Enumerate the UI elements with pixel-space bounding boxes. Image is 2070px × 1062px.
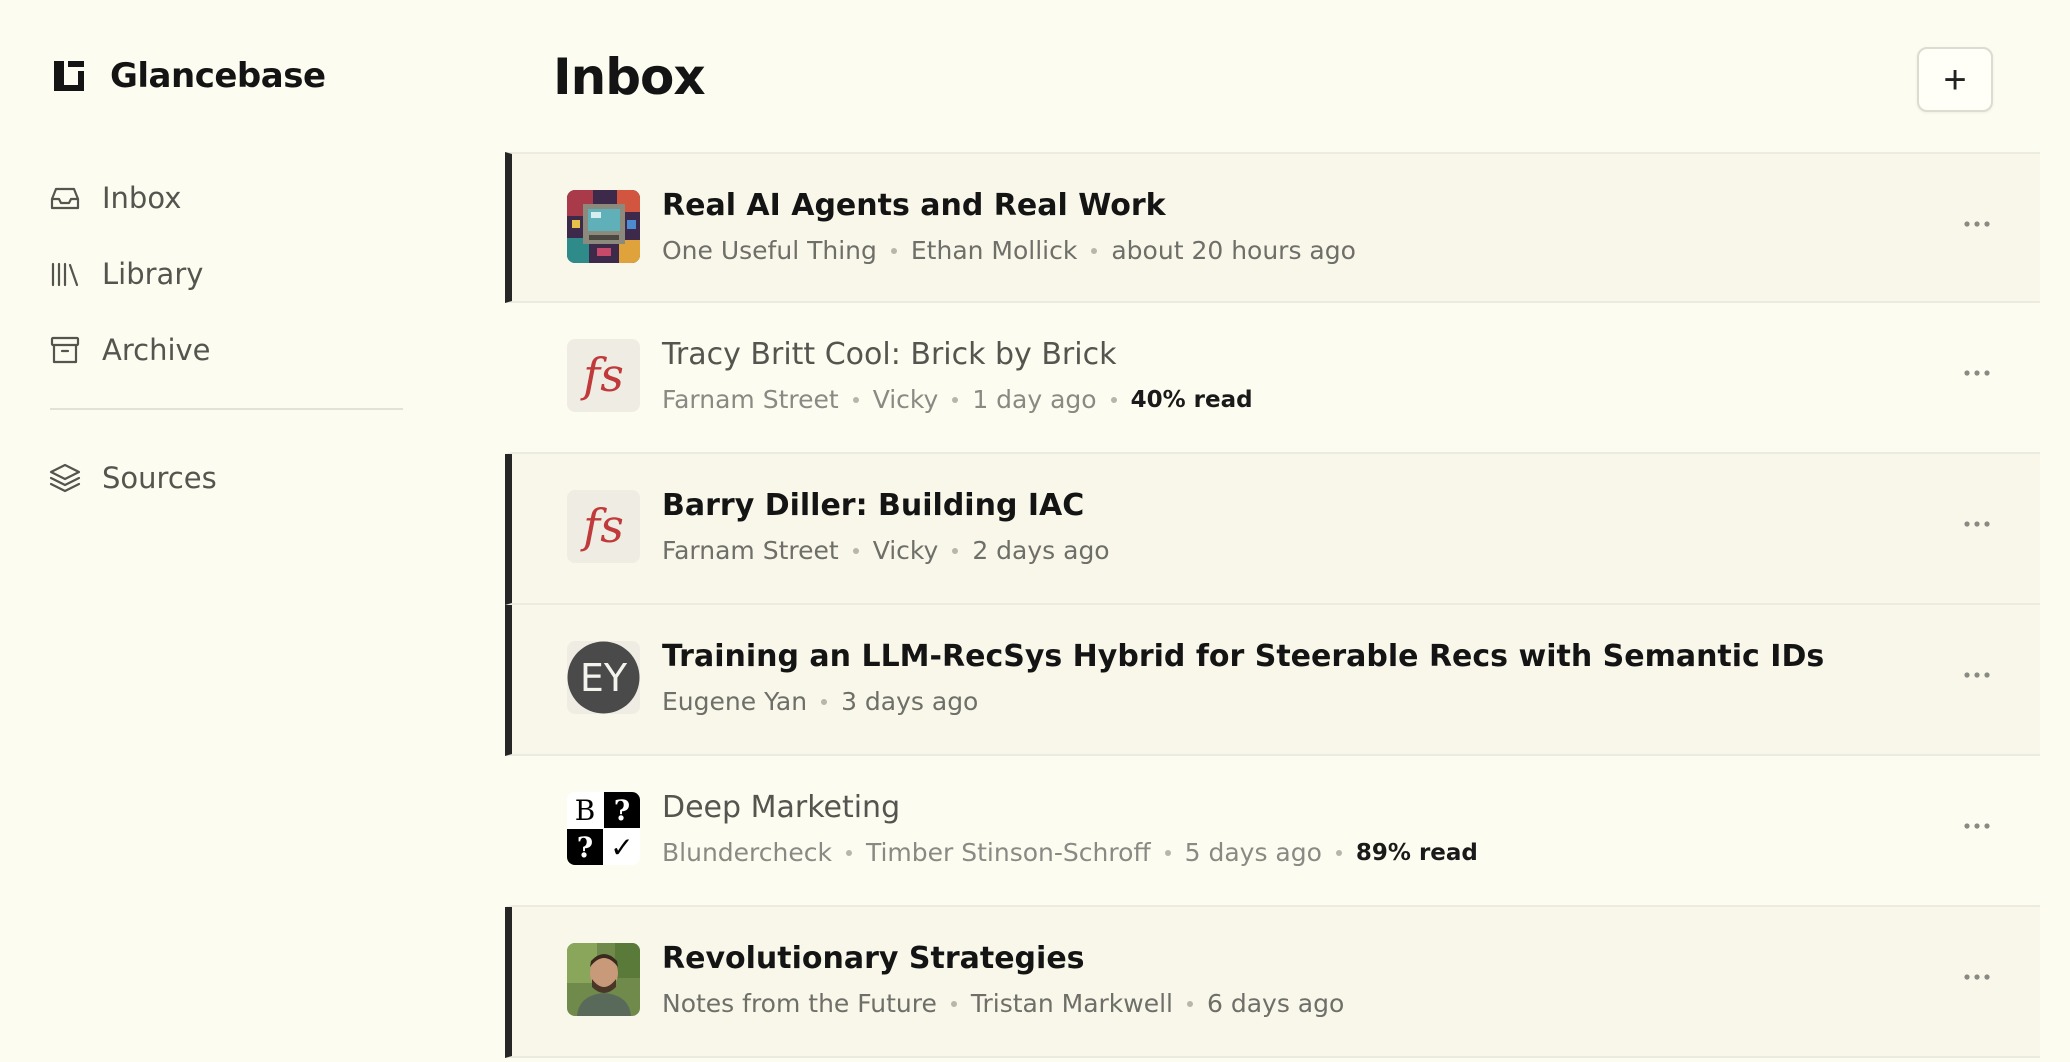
list-item[interactable]: Real AI Agents and Real Work One Useful … — [505, 152, 2040, 303]
list-item[interactable]: fs Barry Diller: Building IAC Farnam Str… — [505, 454, 2040, 605]
ellipsis-icon — [1964, 672, 1990, 678]
more-options-button[interactable] — [1952, 506, 2002, 542]
more-options-button[interactable] — [1952, 355, 2002, 391]
layers-icon — [49, 463, 81, 493]
separator-dot — [1110, 396, 1117, 403]
separator-dot — [890, 247, 897, 254]
item-author: Vicky — [872, 385, 939, 414]
blundercheck-logo-icon: B ? ? ✓ — [567, 792, 640, 865]
sidebar: Glancebase Inbox Library Archive Sources — [0, 0, 460, 1062]
item-meta: Farnam Street Vicky 1 day ago 40% read — [662, 385, 1253, 414]
sidebar-item-inbox[interactable]: Inbox — [48, 160, 403, 236]
separator-dot — [1335, 849, 1342, 856]
sidebar-nav: Inbox Library Archive Sources — [48, 160, 403, 516]
sidebar-item-label: Inbox — [102, 181, 182, 215]
fs-logo-icon: fs — [567, 339, 640, 412]
item-title: Deep Marketing — [662, 790, 901, 825]
sidebar-divider — [50, 408, 403, 410]
separator-dot — [1091, 247, 1098, 254]
separator-dot — [1187, 1000, 1193, 1007]
separator-dot — [852, 547, 859, 554]
item-author: Ethan Mollick — [910, 236, 1078, 265]
more-options-button[interactable] — [1952, 808, 2002, 844]
ey-logo-icon: EY — [567, 641, 640, 714]
item-meta: Eugene Yan 3 days ago — [662, 687, 978, 716]
archive-icon — [50, 336, 80, 364]
svg-text:B: B — [575, 794, 596, 827]
more-options-button[interactable] — [1952, 657, 2002, 693]
sidebar-item-library[interactable]: Library — [48, 236, 403, 312]
item-time: 2 days ago — [972, 536, 1110, 565]
page-title: Inbox — [553, 48, 706, 106]
brand[interactable]: Glancebase — [50, 56, 326, 96]
item-time: 5 days ago — [1184, 838, 1322, 867]
plus-icon: + — [1943, 57, 1967, 102]
read-progress: 89% read — [1355, 839, 1478, 866]
separator-dot — [950, 1000, 957, 1007]
fs-logo-icon: fs — [567, 490, 640, 563]
ellipsis-icon — [1964, 823, 1990, 829]
item-author: Tristan Markwell — [970, 989, 1173, 1018]
svg-text:fs: fs — [580, 348, 624, 402]
separator-dot — [821, 698, 828, 705]
item-title: Tracy Britt Cool: Brick by Brick — [662, 337, 1117, 372]
ellipsis-icon — [1964, 521, 1990, 527]
svg-text:EY: EY — [580, 656, 628, 700]
main-content: Inbox + Real AI Agents and Real Work One… — [505, 0, 2070, 1062]
list-item[interactable]: Revolutionary Strategies Notes from the … — [505, 907, 2040, 1058]
item-meta: Farnam Street Vicky 2 days ago — [662, 536, 1110, 565]
list-item[interactable]: B ? ? ✓ Deep Marketing Blundercheck Timb… — [505, 756, 2040, 907]
library-icon — [51, 262, 79, 287]
pixel-art-computer-icon — [567, 190, 640, 263]
app-window: Glancebase Inbox Library Archive Sources… — [0, 0, 2070, 1062]
item-time: about 20 hours ago — [1111, 236, 1356, 265]
separator-dot — [845, 849, 852, 856]
separator-dot — [952, 547, 959, 554]
sidebar-item-label: Library — [102, 257, 204, 291]
item-source[interactable]: Farnam Street — [662, 536, 839, 565]
svg-text:fs: fs — [580, 499, 624, 553]
sidebar-item-label: Sources — [102, 461, 217, 495]
item-title: Real AI Agents and Real Work — [662, 188, 1166, 223]
add-button[interactable]: + — [1917, 47, 1993, 112]
sidebar-item-label: Archive — [102, 333, 211, 367]
list-item[interactable]: fs Tracy Britt Cool: Brick by Brick Farn… — [505, 303, 2040, 454]
item-source[interactable]: Blundercheck — [662, 838, 832, 867]
more-options-button[interactable] — [1952, 206, 2002, 242]
item-source[interactable]: One Useful Thing — [662, 236, 877, 265]
item-author: Timber Stinson-Schroff — [865, 838, 1151, 867]
inbox-list: Real AI Agents and Real Work One Useful … — [505, 152, 2040, 1058]
item-title: Training an LLM-RecSys Hybrid for Steera… — [662, 639, 1825, 674]
svg-text:✓: ✓ — [610, 831, 633, 864]
item-time: 6 days ago — [1207, 989, 1345, 1018]
list-item[interactable]: EY Training an LLM-RecSys Hybrid for Ste… — [505, 605, 2040, 756]
item-meta: Blundercheck Timber Stinson-Schroff 5 da… — [662, 838, 1478, 867]
item-title: Revolutionary Strategies — [662, 941, 1085, 976]
portrait-photo-icon — [567, 943, 640, 1016]
item-time: 1 day ago — [972, 385, 1097, 414]
sidebar-item-sources[interactable]: Sources — [48, 440, 403, 516]
item-source[interactable]: Farnam Street — [662, 385, 839, 414]
sidebar-item-archive[interactable]: Archive — [48, 312, 403, 388]
app-name: Glancebase — [110, 56, 326, 96]
item-source[interactable]: Eugene Yan — [662, 687, 807, 716]
separator-dot — [852, 396, 859, 403]
separator-dot — [1164, 849, 1171, 856]
svg-text:?: ? — [614, 794, 630, 827]
separator-dot — [952, 396, 959, 403]
inbox-icon — [50, 187, 80, 210]
item-title: Barry Diller: Building IAC — [662, 488, 1085, 523]
read-progress: 40% read — [1130, 386, 1253, 413]
item-author: Vicky — [872, 536, 939, 565]
more-options-button[interactable] — [1952, 959, 2002, 995]
ellipsis-icon — [1964, 221, 1990, 227]
ellipsis-icon — [1964, 370, 1990, 376]
glancebase-logo-icon — [54, 61, 84, 91]
item-time: 3 days ago — [841, 687, 979, 716]
item-source[interactable]: Notes from the Future — [662, 989, 937, 1018]
ellipsis-icon — [1964, 974, 1990, 980]
item-meta: Notes from the Future Tristan Markwell 6… — [662, 989, 1344, 1018]
svg-text:?: ? — [577, 831, 593, 864]
item-meta: One Useful Thing Ethan Mollick about 20 … — [662, 236, 1356, 265]
